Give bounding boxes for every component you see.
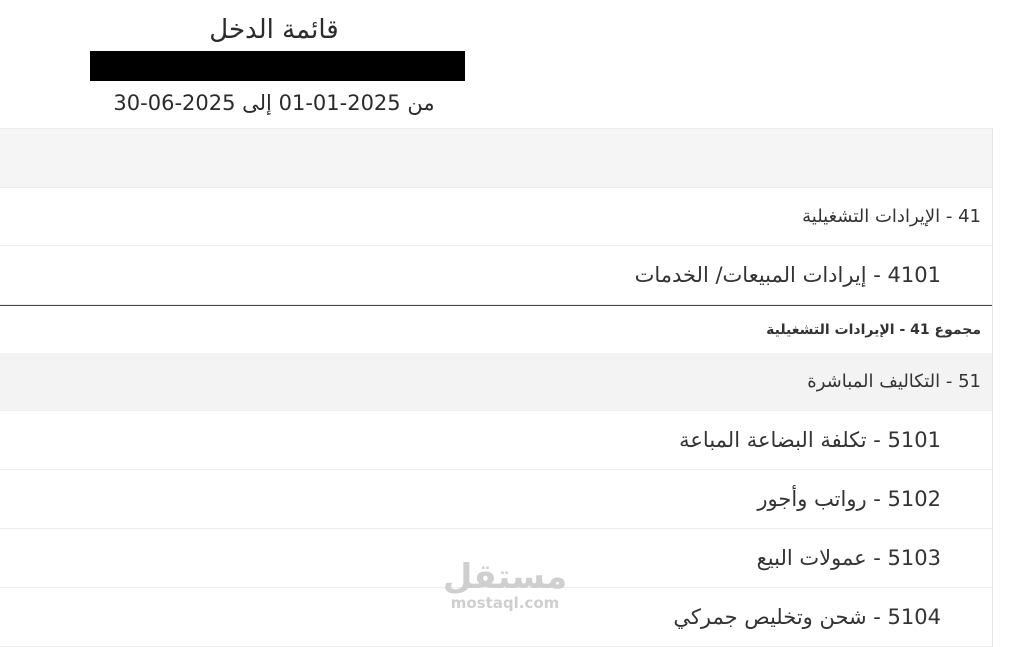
watermark-latin: mostaql.com xyxy=(450,594,560,612)
report-period: من 2025-01-01 إلى 2025-06-30 xyxy=(113,91,435,115)
account-row[interactable]: 5101 - تكلفة البضاعة المباعة xyxy=(0,411,992,470)
account-label: 5104 - شحن وتخليص جمركي xyxy=(673,605,941,629)
account-row[interactable]: 4101 - إيرادات المبيعات/ الخدمات xyxy=(0,246,992,305)
account-group-row[interactable]: 41 - الإيرادات التشغيلية xyxy=(0,188,992,246)
account-label: 5101 - تكلفة البضاعة المباعة xyxy=(679,428,941,452)
group-total-label: مجموع 41 - الإيرادات التشغيلية xyxy=(766,321,981,338)
account-label: 5103 - عمولات البيع xyxy=(756,546,941,570)
watermark-logo: مستقل mostaql.com xyxy=(440,560,570,612)
account-group-row[interactable]: 51 - التكاليف المباشرة xyxy=(0,353,992,411)
account-row[interactable]: 5102 - رواتب وأجور xyxy=(0,470,992,529)
account-group-label: 51 - التكاليف المباشرة xyxy=(807,371,981,392)
watermark-arabic: مستقل xyxy=(442,557,568,597)
redacted-company-name xyxy=(90,51,465,81)
report-title: قائمة الدخل xyxy=(209,15,339,45)
account-label: 5102 - رواتب وأجور xyxy=(757,487,941,511)
group-total-row: مجموع 41 - الإيرادات التشغيلية xyxy=(0,305,992,353)
account-label: 4101 - إيرادات المبيعات/ الخدمات xyxy=(634,263,941,287)
account-group-label: 41 - الإيرادات التشغيلية xyxy=(802,206,981,227)
table-header-row xyxy=(0,128,992,188)
